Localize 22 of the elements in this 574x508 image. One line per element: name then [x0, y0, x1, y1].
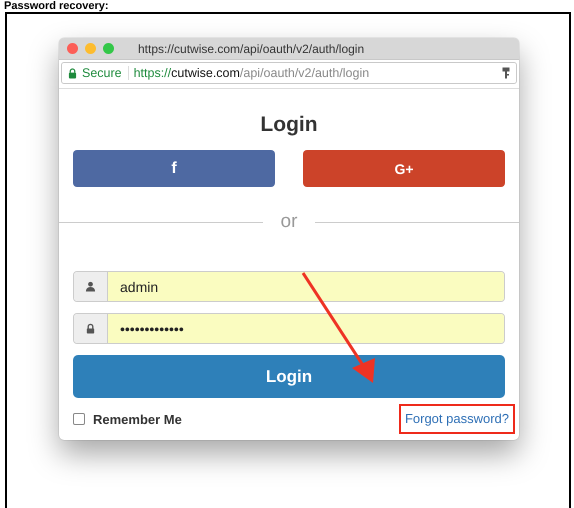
url-text: https://cutwise.com/api/oauth/v2/auth/login — [134, 66, 370, 80]
remember-label: Remember Me — [93, 412, 182, 426]
window-title: https://cutwise.com/api/oauth/v2/auth/login — [138, 42, 364, 56]
page-heading: Password recovery: — [3, 0, 110, 12]
key-icon[interactable] — [502, 67, 510, 79]
secure-label: Secure — [82, 66, 129, 80]
divider-text: or — [280, 211, 298, 233]
zoom-button[interactable] — [103, 43, 114, 54]
login-title: Login — [259, 113, 319, 137]
google-login-button[interactable]: G+ — [303, 150, 505, 187]
minimize-button[interactable] — [85, 43, 96, 54]
lock-icon — [68, 68, 77, 78]
remember-checkbox[interactable] — [73, 413, 85, 425]
person-icon — [85, 281, 96, 292]
facebook-login-button[interactable]: f — [73, 150, 275, 187]
login-button[interactable]: Login — [73, 355, 505, 398]
address-bar[interactable]: Secure https://cutwise.com/api/oauth/v2/auth/login — [61, 62, 517, 84]
forgot-password-link[interactable]: Forgot password? — [404, 411, 509, 426]
close-button[interactable] — [67, 43, 78, 54]
password-field[interactable]: ••••••••••••• — [73, 313, 505, 344]
username-field[interactable]: admin — [73, 271, 505, 302]
lock-icon — [85, 323, 96, 334]
